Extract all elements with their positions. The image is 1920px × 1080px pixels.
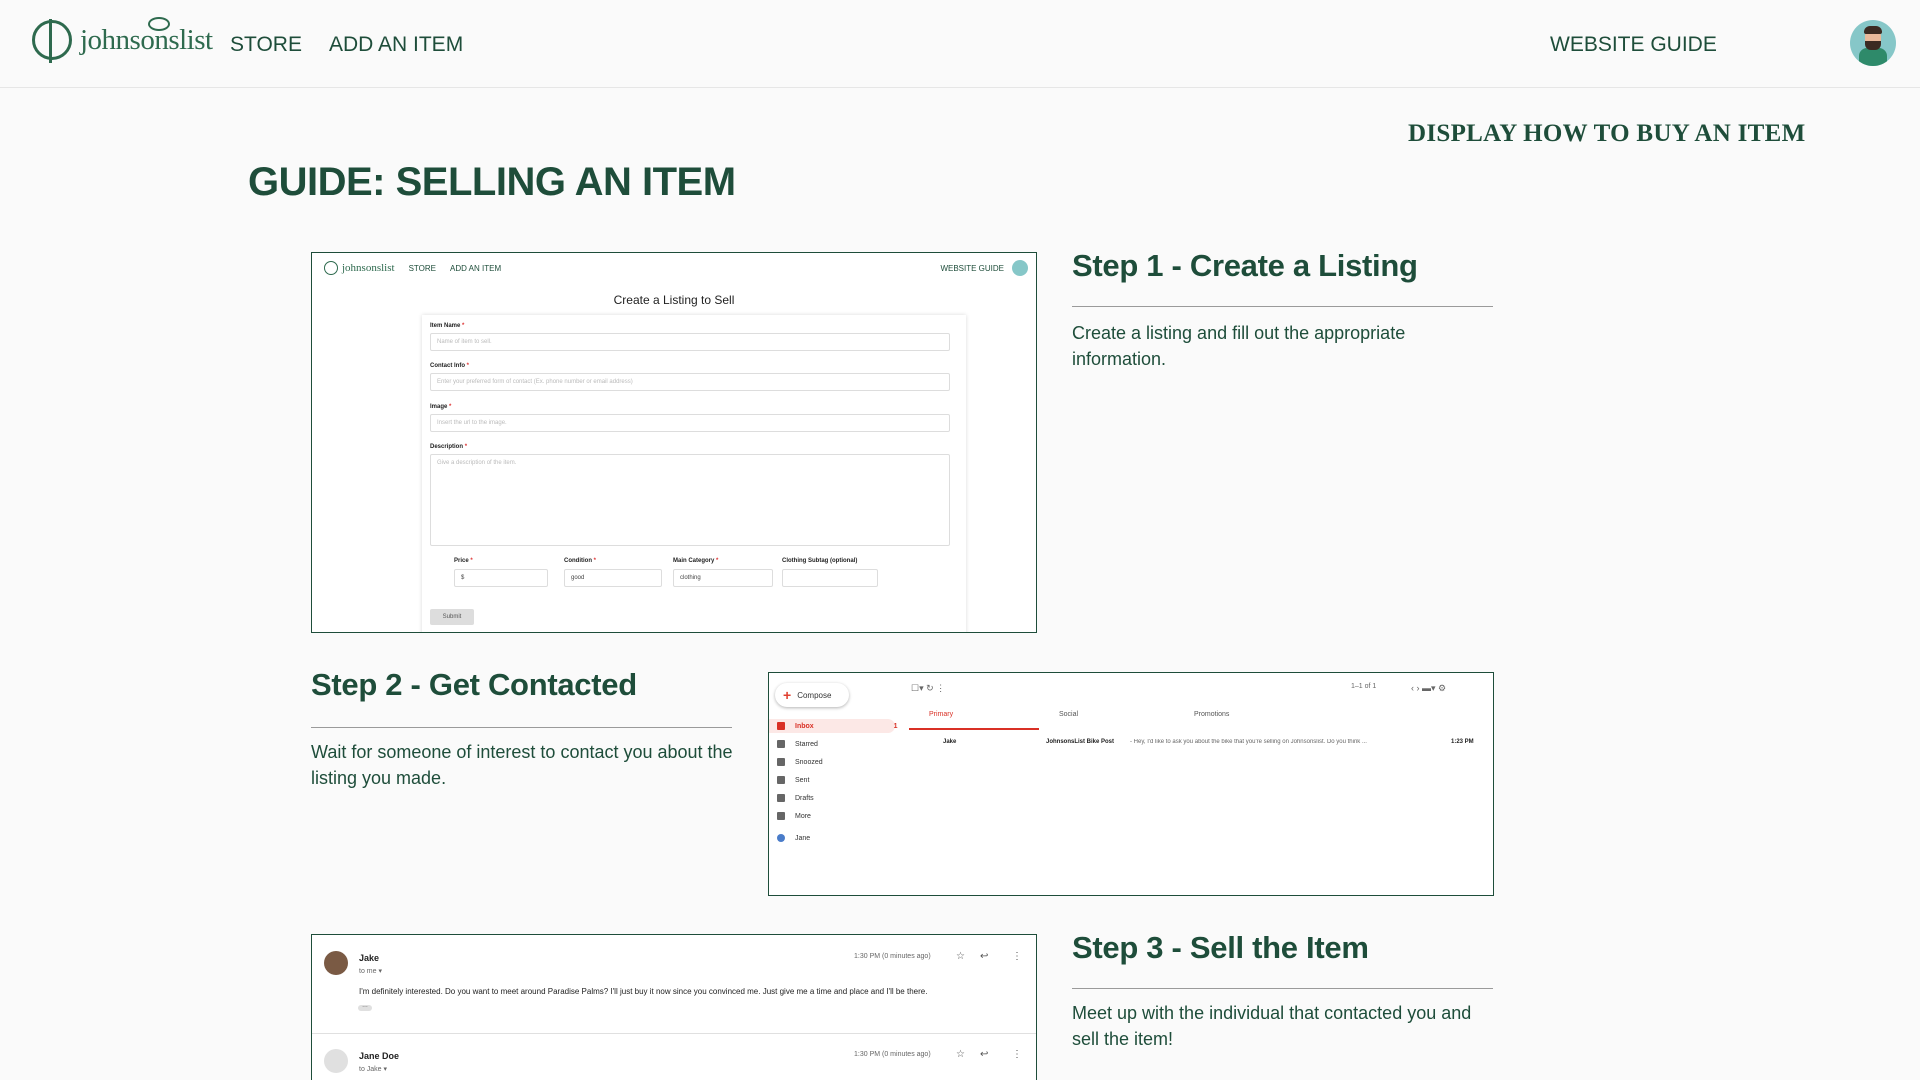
step3-screenshot: Jake to me ▾ 1:30 PM (0 minutes ago) ☆ ↩… — [311, 934, 1037, 1080]
sidebar-inbox: Inbox 1 — [777, 722, 898, 730]
sidebar-drafts: Drafts — [777, 794, 814, 802]
nav-website-guide-link[interactable]: WEBSITE GUIDE — [1550, 33, 1717, 57]
message-divider — [312, 1033, 1036, 1034]
clock-icon — [777, 758, 785, 766]
nav-store-link[interactable]: STORE — [230, 33, 302, 57]
step2-heading: Step 2 - Get Contacted — [311, 667, 637, 702]
tab-social: Social — [1059, 711, 1079, 718]
star-icon: ☆ — [956, 951, 965, 962]
user-avatar[interactable] — [1850, 20, 1896, 66]
sidebar-account: Jane — [777, 834, 810, 842]
sidebar-sent: Sent — [777, 776, 809, 784]
main-category-label: Main Category * — [673, 558, 719, 564]
primary-tab-underline — [909, 728, 1039, 730]
logo-text: johnsonslist — [80, 23, 213, 56]
more-options-icon: ⋮ — [1012, 1049, 1022, 1060]
mini-store-link: STORE — [408, 263, 436, 273]
chevron-down-icon — [777, 812, 785, 820]
item-name-input: Name of item to sell. — [430, 333, 950, 351]
item-name-label: Item Name * — [430, 323, 465, 329]
msg1-sender: Jake — [359, 953, 380, 963]
step2-divider — [311, 727, 732, 728]
image-input: Insert the url to the image. — [430, 414, 950, 432]
compose-button: + Compose — [775, 683, 849, 707]
step3-text: Meet up with the individual that contact… — [1072, 1003, 1472, 1049]
star-icon: ☆ — [956, 1049, 965, 1060]
draft-icon — [777, 794, 785, 802]
mail-from: Jake — [943, 739, 957, 745]
main-category-select: clothing — [673, 569, 773, 587]
mini-logo-icon — [324, 261, 338, 275]
tab-promotions: Promotions — [1194, 711, 1230, 718]
reply-icon: ↩ — [980, 1049, 989, 1060]
sidebar-starred: Starred — [777, 740, 818, 748]
condition-select: good — [564, 569, 662, 587]
pagination-text: 1–1 of 1 — [1351, 683, 1377, 690]
msg2-recipient: to Jake ▾ — [359, 1066, 388, 1073]
msg1-recipient: to me ▾ — [359, 968, 382, 975]
step1-divider — [1072, 306, 1493, 307]
step2-text: Wait for someone of interest to contact … — [311, 742, 733, 788]
top-navbar: johnsonslist STORE ADD AN ITEM WEBSITE G… — [0, 0, 1920, 88]
contact-info-input: Enter your preferred form of contact (Ex… — [430, 373, 950, 391]
tab-primary: Primary — [929, 711, 954, 718]
jake-avatar — [324, 951, 348, 975]
step1-heading: Step 1 - Create a Listing — [1072, 248, 1418, 283]
msg1-time: 1:30 PM (0 minutes ago) — [854, 953, 931, 960]
mini-add-link: ADD AN ITEM — [450, 263, 502, 273]
msg2-sender: Jane Doe — [359, 1051, 400, 1061]
logo-mark-icon — [32, 19, 72, 63]
reply-icon: ↩ — [980, 951, 989, 962]
mail-snippet: - Hey, I'd like to ask you about the bik… — [1130, 739, 1367, 745]
step3-heading: Step 3 - Sell the Item — [1072, 930, 1369, 965]
subtag-label: Clothing Subtag (optional) — [782, 558, 858, 564]
step1-screenshot: johnsonslist STORE ADD AN ITEM WEBSITE G… — [311, 252, 1037, 633]
mail-subject: JohnsonsList Bike Post — [1046, 739, 1115, 745]
description-label: Description * — [430, 444, 468, 450]
plus-icon: + — [783, 687, 792, 703]
price-input: $ — [454, 569, 548, 587]
subtag-input — [782, 569, 878, 587]
speech-bubble-icon — [148, 17, 170, 31]
step2-screenshot: + Compose Inbox 1 Starred Snoozed Sent Dra… — [768, 672, 1494, 896]
mini-guide-link: WEBSITE GUIDE — [940, 263, 1004, 273]
step3-divider — [1072, 988, 1493, 989]
account-icon — [777, 834, 785, 842]
star-icon — [777, 740, 785, 748]
step1-text: Create a listing and fill out the approp… — [1072, 323, 1406, 369]
display-buy-guide-toggle[interactable]: DISPLAY HOW TO BUY AN ITEM — [1408, 120, 1806, 148]
price-label: Price * — [454, 558, 473, 564]
contact-info-label: Contact Info * — [430, 363, 470, 369]
page-title: GUIDE: SELLING AN ITEM — [248, 160, 736, 204]
listing-form-title: Create a Listing to Sell — [613, 293, 735, 307]
nav-add-item-link[interactable]: ADD AN ITEM — [329, 33, 463, 57]
mini-submit-button: Submit — [430, 609, 474, 625]
msg1-body: I'm definitely interested. Do you want t… — [359, 987, 928, 996]
mini-brand: johnsonslist — [342, 262, 395, 274]
johnsonslist-logo[interactable]: johnsonslist — [32, 17, 213, 63]
mini-avatar — [1012, 260, 1028, 276]
image-label: Image * — [430, 404, 452, 410]
more-options-icon: ⋮ — [1012, 951, 1022, 962]
description-textarea: Give a description of the item. — [430, 454, 950, 546]
select-checkbox-icon: ☐▾ ↻ ⋮ — [911, 683, 946, 693]
msg2-time: 1:30 PM (0 minutes ago) — [854, 1051, 931, 1058]
mini-navbar: johnsonslist STORE ADD AN ITEM WEBSITE G… — [312, 253, 1036, 283]
jane-avatar — [324, 1049, 348, 1073]
inbox-icon — [777, 722, 785, 730]
show-trimmed-icon: … — [358, 1003, 372, 1011]
sidebar-more: More — [777, 812, 811, 820]
sidebar-snoozed: Snoozed — [777, 758, 823, 766]
mail-time: 1:23 PM — [1451, 739, 1474, 745]
listing-form-card: Item Name * Name of item to sell. Contac… — [422, 315, 966, 632]
send-icon — [777, 776, 785, 784]
nav-arrows-icon: ‹ › ▬▾ ⚙ — [1411, 683, 1447, 693]
condition-label: Condition * — [564, 558, 597, 564]
